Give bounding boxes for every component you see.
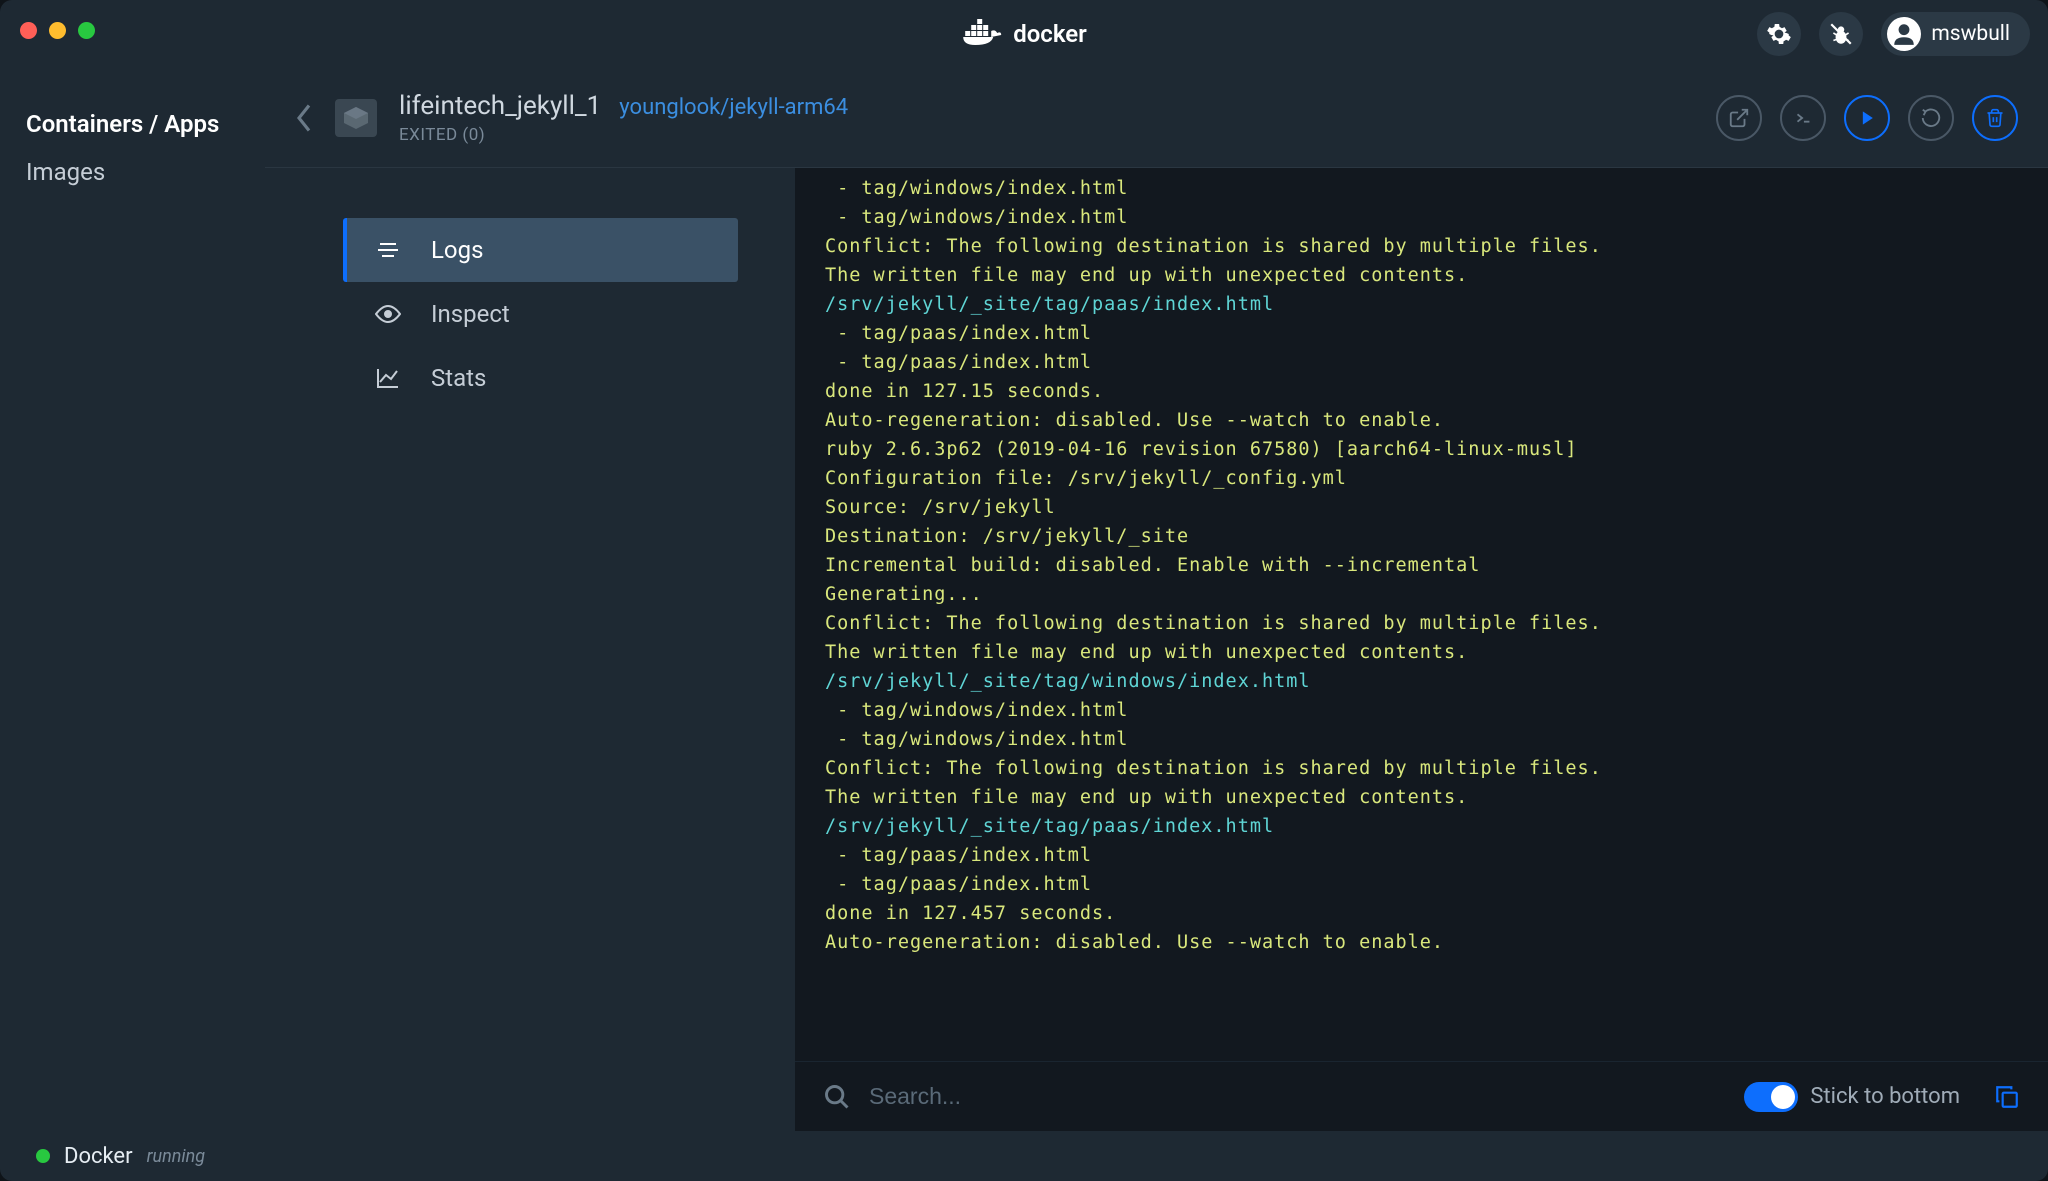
chart-icon <box>375 367 401 389</box>
log-line: /srv/jekyll/_site/tag/windows/index.html <box>825 667 2018 696</box>
copy-icon <box>1994 1084 2020 1110</box>
log-line: - tag/windows/index.html <box>825 174 2018 203</box>
restart-button[interactable] <box>1908 95 1954 141</box>
minimize-window-button[interactable] <box>49 22 66 39</box>
log-line: The written file may end up with unexpec… <box>825 261 2018 290</box>
status-bar: Docker running <box>0 1131 2048 1181</box>
restart-icon <box>1920 107 1942 129</box>
log-line: - tag/paas/index.html <box>825 870 2018 899</box>
log-line: Generating... <box>825 580 2018 609</box>
search-input[interactable] <box>869 1083 1726 1110</box>
tab-logs[interactable]: Logs <box>343 218 738 282</box>
search-icon <box>823 1083 851 1111</box>
tab-label: Inspect <box>431 300 510 328</box>
logs-pane: - tag/windows/index.html - tag/windows/i… <box>795 168 2048 1131</box>
user-name: mswbull <box>1931 22 2010 46</box>
tab-label: Stats <box>431 364 486 392</box>
user-menu[interactable]: mswbull <box>1881 12 2030 56</box>
titlebar-actions: mswbull <box>1757 12 2030 56</box>
header-actions <box>1716 95 2018 141</box>
content: lifeintech_jekyll_1 younglook/jekyll-arm… <box>265 68 2048 1131</box>
settings-button[interactable] <box>1757 12 1801 56</box>
status-name: Docker <box>64 1144 133 1169</box>
titlebar: docker ms <box>0 0 2048 68</box>
stick-to-bottom-toggle[interactable] <box>1744 1082 1798 1112</box>
logs-icon <box>375 240 401 260</box>
play-icon <box>1857 108 1877 128</box>
cube-icon <box>341 105 371 131</box>
log-line: Conflict: The following destination is s… <box>825 232 2018 261</box>
log-line: done in 127.15 seconds. <box>825 377 2018 406</box>
content-header: lifeintech_jekyll_1 younglook/jekyll-arm… <box>265 68 2048 168</box>
traffic-lights <box>20 22 95 39</box>
trash-icon <box>1985 107 2005 129</box>
tab-stats[interactable]: Stats <box>343 346 738 410</box>
open-in-browser-button[interactable] <box>1716 95 1762 141</box>
log-line: Auto-regeneration: disabled. Use --watch… <box>825 406 2018 435</box>
log-line: done in 127.457 seconds. <box>825 899 2018 928</box>
logs-footer: Stick to bottom <box>795 1061 2048 1131</box>
log-line: - tag/windows/index.html <box>825 696 2018 725</box>
close-window-button[interactable] <box>20 22 37 39</box>
logs-content[interactable]: - tag/windows/index.html - tag/windows/i… <box>795 168 2048 1061</box>
log-line: Destination: /srv/jekyll/_site <box>825 522 2018 551</box>
eye-icon <box>375 305 401 323</box>
log-line: Incremental build: disabled. Enable with… <box>825 551 2018 580</box>
main-area: Containers / Apps Images lifeintech_jeky… <box>0 68 2048 1131</box>
content-body: Logs Inspect <box>265 168 2048 1131</box>
terminal-icon <box>1792 107 1814 129</box>
sidebar-item-label: Containers / Apps <box>26 110 219 138</box>
log-line: - tag/windows/index.html <box>825 203 2018 232</box>
status-indicator <box>36 1149 50 1163</box>
container-title-group: lifeintech_jekyll_1 younglook/jekyll-arm… <box>399 91 848 145</box>
sidebar-item-label: Images <box>26 158 105 186</box>
log-line: - tag/paas/index.html <box>825 319 2018 348</box>
external-link-icon <box>1728 107 1750 129</box>
tab-sidebar: Logs Inspect <box>265 168 795 1131</box>
start-button[interactable] <box>1844 95 1890 141</box>
container-icon <box>335 99 377 137</box>
status-state: running <box>147 1146 206 1167</box>
log-line: The written file may end up with unexpec… <box>825 638 2018 667</box>
sidebar: Containers / Apps Images <box>0 68 265 1131</box>
docker-whale-icon <box>961 17 1005 51</box>
delete-button[interactable] <box>1972 95 2018 141</box>
log-line: The written file may end up with unexpec… <box>825 783 2018 812</box>
log-line: /srv/jekyll/_site/tag/paas/index.html <box>825 812 2018 841</box>
sidebar-item-images[interactable]: Images <box>0 148 265 196</box>
log-line: Auto-regeneration: disabled. Use --watch… <box>825 928 2018 957</box>
stick-to-bottom-group: Stick to bottom <box>1744 1082 1960 1112</box>
tab-inspect[interactable]: Inspect <box>343 282 738 346</box>
log-line: Conflict: The following destination is s… <box>825 609 2018 638</box>
log-line: Conflict: The following destination is s… <box>825 754 2018 783</box>
maximize-window-button[interactable] <box>78 22 95 39</box>
copy-logs-button[interactable] <box>1994 1084 2020 1110</box>
troubleshoot-button[interactable] <box>1819 12 1863 56</box>
tab-label: Logs <box>431 236 483 264</box>
stick-to-bottom-label: Stick to bottom <box>1810 1084 1960 1109</box>
logo-text: docker <box>1013 20 1087 48</box>
back-button[interactable] <box>295 103 313 133</box>
log-line: Configuration file: /srv/jekyll/_config.… <box>825 464 2018 493</box>
log-line: /srv/jekyll/_site/tag/paas/index.html <box>825 290 2018 319</box>
log-line: Source: /srv/jekyll <box>825 493 2018 522</box>
log-line: - tag/windows/index.html <box>825 725 2018 754</box>
chevron-left-icon <box>295 103 313 133</box>
log-line: - tag/paas/index.html <box>825 841 2018 870</box>
container-name: lifeintech_jekyll_1 <box>399 91 601 121</box>
sidebar-item-containers[interactable]: Containers / Apps <box>0 100 265 148</box>
log-line: ruby 2.6.3p62 (2019-04-16 revision 67580… <box>825 435 2018 464</box>
docker-logo: docker <box>961 17 1087 51</box>
container-image-link[interactable]: younglook/jekyll-arm64 <box>619 95 848 120</box>
log-line: - tag/paas/index.html <box>825 348 2018 377</box>
person-icon <box>1891 21 1917 47</box>
avatar <box>1887 17 1921 51</box>
cli-button[interactable] <box>1780 95 1826 141</box>
gear-icon <box>1766 21 1792 47</box>
bug-icon <box>1828 21 1854 47</box>
container-status: EXITED (0) <box>399 125 848 145</box>
